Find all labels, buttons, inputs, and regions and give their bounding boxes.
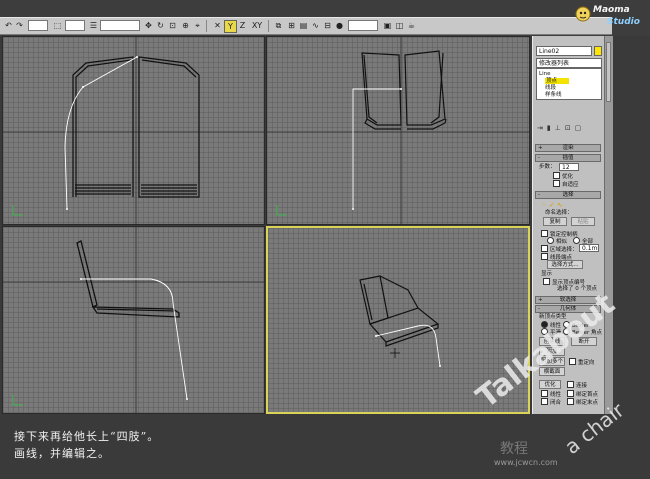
viewport-top-drawing	[3, 37, 264, 224]
viewport-left-drawing	[3, 227, 264, 413]
toolbar-strip: ↶ ↷ ⬚ ☰ ✥ ↻ ⊡ ⊕ ⌖ ✕ Y Z XY ⧉ ⊞ ▤ ∿ ⊟ ● ▣…	[0, 17, 612, 35]
stack-item-vertex[interactable]: 顶点	[545, 78, 570, 84]
viewport-top[interactable]	[2, 36, 265, 225]
rollout-selection[interactable]: - 选择	[535, 191, 601, 199]
toolbar-separator	[268, 20, 269, 32]
redo-icon[interactable]: ↷	[14, 20, 25, 31]
pivot-icon[interactable]: ⊕	[180, 20, 191, 31]
logo-text-bottom: Studio	[607, 17, 640, 27]
layer-icon[interactable]: ▤	[298, 20, 309, 31]
quick-render-icon[interactable]: ☕	[406, 20, 417, 31]
rollout-interpolation[interactable]: - 插值	[535, 154, 601, 162]
connect-checkbox[interactable]: 连接	[567, 381, 587, 390]
object-color-swatch[interactable]	[594, 46, 602, 56]
stack-item-line[interactable]: Line	[539, 71, 550, 77]
undo-icon[interactable]: ↶	[3, 20, 14, 31]
viewport-left[interactable]	[2, 226, 265, 414]
caption-line-2: 画线，并编辑之。	[14, 447, 110, 460]
reorient-checkbox[interactable]: 重定向	[569, 358, 595, 367]
main-toolbar: ↶ ↷ ⬚ ☰ ✥ ↻ ⊡ ⊕ ⌖ ✕ Y Z XY ⧉ ⊞ ▤ ∿ ⊟ ● ▣…	[0, 0, 650, 36]
select-object-icon[interactable]: ⬚	[52, 20, 63, 31]
render-frame-icon[interactable]: ◫	[394, 20, 405, 31]
toolbar-separator	[206, 20, 207, 32]
axis-z-icon[interactable]: Z	[237, 20, 248, 31]
steps-label: 步数：	[539, 164, 556, 170]
curve-editor-icon[interactable]: ∿	[310, 20, 321, 31]
material-editor-icon[interactable]: ●	[334, 20, 345, 31]
stack-item-segment[interactable]: 线段	[545, 85, 556, 91]
steps-spinner[interactable]: 12	[559, 163, 579, 171]
reference-coord-dropdown[interactable]	[100, 20, 140, 31]
select-by-name-icon[interactable]: ☰	[88, 20, 99, 31]
site-watermark: www.jcwcn.com	[494, 458, 558, 467]
rollout-rendering[interactable]: + 渲染	[535, 144, 601, 152]
render-setup-icon[interactable]: ▣	[382, 20, 393, 31]
snap-icon[interactable]: ⌖	[192, 20, 203, 31]
paste-button[interactable]: 粘贴	[571, 217, 595, 226]
site-logo-watermark: 教程	[500, 441, 528, 457]
subobject-level-icons[interactable]: ⁘✓∿	[541, 201, 575, 209]
align-icon[interactable]: ⊞	[286, 20, 297, 31]
filter-dropdown[interactable]	[65, 20, 85, 31]
maoma-logo: Maoma Studio	[573, 2, 643, 36]
closed-checkbox[interactable]: 闭合	[541, 398, 561, 407]
bind-last-checkbox[interactable]: 绑定末点	[567, 398, 598, 407]
schematic-icon[interactable]: ⊟	[322, 20, 333, 31]
logo-text-top: Maoma	[593, 5, 630, 15]
axis-x-icon[interactable]: ✕	[212, 20, 223, 31]
refine-button[interactable]: 优化	[539, 380, 561, 389]
area-select-spinner[interactable]: 0.1mm	[579, 244, 599, 252]
rotate-icon[interactable]: ↻	[155, 20, 166, 31]
stack-item-spline[interactable]: 样条线	[545, 92, 562, 98]
adaptive-checkbox[interactable]: 自适应	[553, 180, 579, 189]
modifier-stack: Line 顶点 线段 样条线	[536, 68, 602, 100]
copy-button[interactable]: 复制	[543, 217, 567, 226]
stack-tools-icons[interactable]: ⇥▮⊥⊡▢	[537, 124, 585, 132]
selection-filter-dropdown[interactable]	[28, 20, 48, 31]
modifier-list-dropdown[interactable]: 修改器列表	[536, 58, 602, 68]
panel-scrollbar[interactable]	[604, 36, 613, 414]
viewport-front[interactable]	[266, 36, 530, 225]
named-selection-label: 命名选择：	[545, 210, 573, 216]
select-by-button[interactable]: 选择方式...	[547, 260, 583, 269]
display-label: 显示	[541, 271, 553, 277]
scale-icon[interactable]: ⊡	[167, 20, 178, 31]
axis-y-button[interactable]: Y	[224, 20, 237, 33]
named-selection-dropdown[interactable]	[348, 20, 378, 31]
scrollbar-thumb[interactable]	[606, 42, 611, 102]
viewport-front-drawing	[267, 37, 529, 224]
mirror-icon[interactable]: ⧉	[273, 20, 284, 31]
axis-xy-button[interactable]: XY	[250, 20, 264, 31]
caption-line-1: 接下来再给他长上“四肢”。	[14, 430, 160, 443]
object-name-field[interactable]: Line02	[536, 46, 592, 56]
move-icon[interactable]: ✥	[143, 20, 154, 31]
